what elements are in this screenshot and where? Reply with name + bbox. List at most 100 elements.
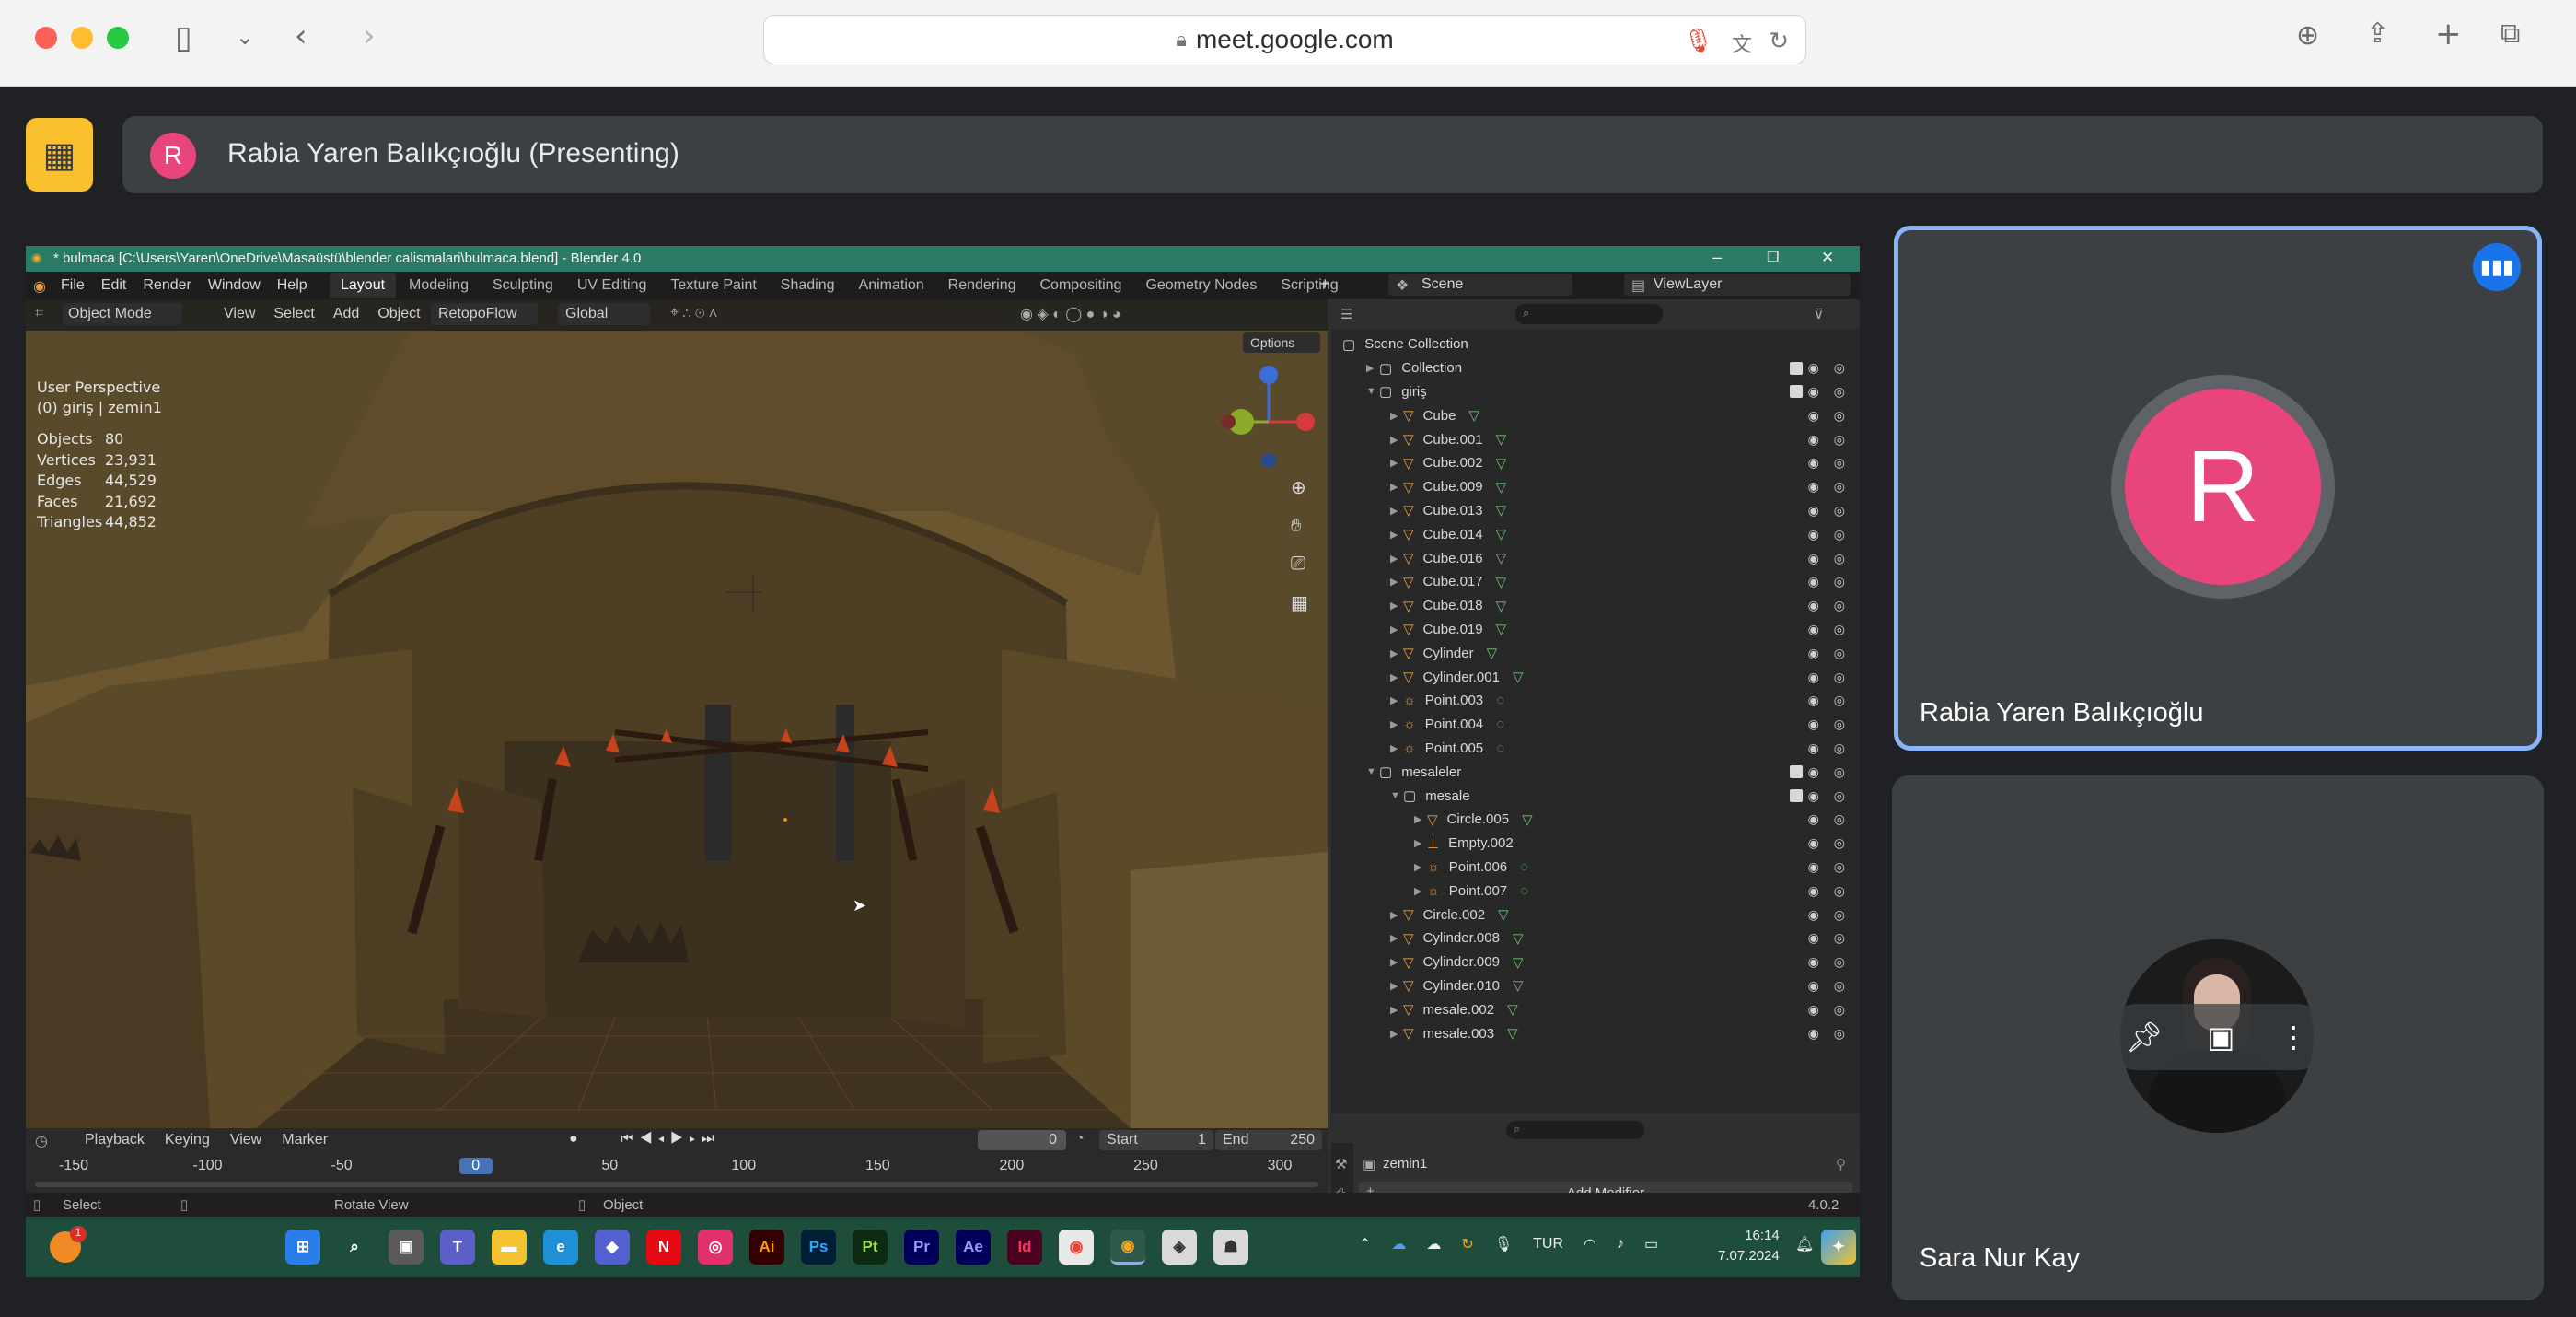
chevron-down-icon[interactable]: ⌄ (236, 26, 254, 48)
cloud-error-icon[interactable]: ☁ (1426, 1235, 1441, 1253)
editor-type-icon[interactable]: ⌗ (35, 306, 43, 322)
viewport-menu-select[interactable]: Select (273, 306, 314, 322)
language-indicator[interactable]: TUR (1533, 1236, 1563, 1253)
expand-closed-icon[interactable]: ▶ (1390, 742, 1403, 754)
outliner-row[interactable]: ▶ ☼ Point.004 ◌ ◉ ◎ (1331, 713, 1860, 737)
expand-closed-icon[interactable]: ▶ (1390, 529, 1403, 541)
outliner-row[interactable]: ▶ ▽ Circle.005 ▽ ◉ ◎ (1331, 808, 1860, 832)
visibility-toggles-icon[interactable]: ◉ ◎ (1808, 551, 1851, 566)
volume-icon[interactable]: ♪ (1617, 1236, 1624, 1253)
menu-render[interactable]: Render (143, 277, 191, 294)
transform-orientation[interactable]: Global (558, 303, 650, 325)
frame-photo-icon[interactable]: ▣ (2207, 1020, 2234, 1055)
expand-closed-icon[interactable]: ▶ (1414, 861, 1427, 873)
outliner-row[interactable]: ▶ ☼ Point.006 ◌ ◉ ◎ (1331, 856, 1860, 880)
end-frame-field[interactable]: End 250 (1215, 1130, 1322, 1150)
pin-icon[interactable]: ⚲ (1836, 1156, 1846, 1172)
expand-closed-icon[interactable]: ▶ (1366, 362, 1379, 374)
expand-closed-icon[interactable]: ▶ (1390, 647, 1403, 659)
visibility-toggles-icon[interactable]: ◉ ◎ (1808, 503, 1851, 519)
microphone-icon[interactable]: 🎙︎ (1683, 27, 1713, 55)
more-options-icon[interactable]: ⋮ (2279, 1020, 2308, 1055)
expand-open-icon[interactable]: ▼ (1366, 766, 1379, 777)
expand-closed-icon[interactable]: ▶ (1390, 909, 1403, 921)
outliner-search[interactable]: ⌕ (1515, 304, 1663, 324)
expand-closed-icon[interactable]: ▶ (1390, 600, 1403, 612)
expand-open-icon[interactable]: ▼ (1366, 386, 1379, 397)
visibility-toggles-icon[interactable]: ◉ ◎ (1808, 1026, 1851, 1042)
expand-closed-icon[interactable]: ▶ (1390, 932, 1403, 944)
visibility-toggles-icon[interactable]: ◉ ◎ (1808, 788, 1851, 804)
view-layer-selector[interactable]: ▤ ViewLayer (1624, 274, 1851, 296)
outliner-row[interactable]: ▶ ▽ Cube.001 ▽ ◉ ◎ (1331, 427, 1860, 451)
windows-start-icon[interactable]: ⊞ (285, 1230, 320, 1265)
visibility-toggles-icon[interactable]: ◉ ◎ (1808, 622, 1851, 637)
outliner-row[interactable]: ▶ ▽ mesale.002 ▽ ◉ ◎ (1331, 997, 1860, 1021)
retopoflow-dropdown[interactable]: RetopoFlow (431, 303, 538, 325)
expand-closed-icon[interactable]: ▶ (1414, 885, 1427, 897)
record-icon[interactable]: ● (569, 1131, 578, 1148)
camera-view-icon[interactable]: ⎚ (1291, 554, 1308, 575)
menu-edit[interactable]: Edit (101, 277, 127, 294)
clock[interactable]: 16:14 7.07.2024 (1718, 1226, 1780, 1266)
outliner-row[interactable]: ▶ ▽ Cube.002 ▽ ◉ ◎ (1331, 451, 1860, 475)
minimize-icon[interactable]: – (1712, 248, 1722, 267)
zoom-icon[interactable]: ⊕ (1291, 476, 1308, 499)
timeline-editor-icon[interactable]: ◷ (35, 1132, 48, 1150)
workspace-tab-animation[interactable]: Animation (848, 273, 935, 298)
close-window-button[interactable] (35, 27, 57, 49)
photoshop-icon[interactable]: Ps (801, 1230, 836, 1265)
viewport-menu-add[interactable]: Add (333, 306, 359, 322)
outliner-row[interactable]: ▶ ▽ Cylinder.008 ▽ ◉ ◎ (1331, 927, 1860, 950)
visibility-toggles-icon[interactable]: ◉ ◎ (1808, 646, 1851, 661)
expand-closed-icon[interactable]: ▶ (1414, 837, 1427, 849)
pin-icon[interactable]: 📌︎ (2126, 1020, 2164, 1055)
downloads-icon[interactable]: ⊕ (2296, 22, 2319, 50)
visibility-toggles-icon[interactable]: ◉ ◎ (1808, 978, 1851, 994)
substance-painter-icon[interactable]: Pt (853, 1230, 888, 1265)
visibility-toggles-icon[interactable]: ◉ ◎ (1808, 360, 1851, 376)
expand-open-icon[interactable]: ▼ (1390, 790, 1403, 801)
reload-icon[interactable]: ↻ (1769, 27, 1789, 55)
timeline-ruler[interactable]: -150 -100 -50 0 50 100 150 200 250 300 (26, 1156, 1328, 1178)
perspective-grid-icon[interactable]: ▦ (1291, 591, 1308, 614)
exclude-checkbox[interactable] (1790, 765, 1803, 779)
outliner-row[interactable]: ▶ ▽ Cube.014 ▽ ◉ ◎ (1331, 522, 1860, 546)
close-icon[interactable]: ✕ (1821, 249, 1834, 267)
participant-tile-speaking[interactable]: ▮▮▮ R Rabia Yaren Balıkçıoğlu (1894, 226, 2542, 751)
outliner-row[interactable]: ▶ ☼ Point.005 ◌ ◉ ◎ (1331, 737, 1860, 761)
stop-presenting-button[interactable]: ▦ (26, 118, 93, 192)
outliner-row[interactable]: ▶ ▽ Circle.002 ▽ ◉ ◎ (1331, 903, 1860, 927)
outliner-row[interactable]: ▶ ⊥ Empty.002 ◉ ◎ (1331, 832, 1860, 856)
workspace-tab-uv-editing[interactable]: UV Editing (566, 273, 658, 298)
outliner-row[interactable]: ▼ ▢ mesale ◉ ◎ (1331, 784, 1860, 808)
address-bar[interactable]: 🔒︎ meet.google.com 🎙︎ 文 ↻ (763, 15, 1806, 64)
outliner-row[interactable]: ▶ ▽ mesale.003 ▽ ◉ ◎ (1331, 1021, 1860, 1045)
outliner-row[interactable]: ▶ ▽ Cylinder.009 ▽ ◉ ◎ (1331, 950, 1860, 974)
visibility-toggles-icon[interactable]: ◉ ◎ (1808, 740, 1851, 756)
microphone-icon[interactable]: 🎙︎ (1494, 1235, 1513, 1253)
share-icon[interactable]: ⇪ (2366, 20, 2389, 48)
battery-icon[interactable]: ▭ (1644, 1235, 1658, 1253)
outliner-row[interactable]: ▶ ☼ Point.003 ◌ ◉ ◎ (1331, 689, 1860, 713)
expand-closed-icon[interactable]: ▶ (1390, 718, 1403, 730)
expand-closed-icon[interactable]: ▶ (1390, 956, 1403, 968)
visibility-toggles-icon[interactable]: ◉ ◎ (1808, 883, 1851, 899)
timeline-scrollbar[interactable] (35, 1182, 1318, 1187)
sync-icon[interactable]: ↻ (1461, 1235, 1473, 1253)
expand-closed-icon[interactable]: ▶ (1390, 481, 1403, 493)
visibility-toggles-icon[interactable]: ◉ ◎ (1808, 384, 1851, 400)
outliner-row[interactable]: ▼ ▢ mesaleler ◉ ◎ (1331, 760, 1860, 784)
outliner-row[interactable]: ▼ ▢ giriş ◉ ◎ (1331, 380, 1860, 404)
outliner-row[interactable]: ▶ ▽ Cube ▽ ◉ ◎ (1331, 403, 1860, 427)
after-effects-icon[interactable]: Ae (956, 1230, 991, 1265)
workspace-tab-layout[interactable]: Layout (330, 273, 397, 298)
vpn-icon[interactable]: ◆ (595, 1230, 630, 1265)
forward-button[interactable]: › (363, 20, 376, 52)
translate-icon[interactable]: 文 (1732, 29, 1752, 58)
visibility-toggles-icon[interactable]: ◉ ◎ (1808, 1002, 1851, 1018)
mode-dropdown[interactable]: Object Mode (63, 303, 182, 325)
visibility-toggles-icon[interactable]: ◉ ◎ (1808, 835, 1851, 851)
outliner-editor-icon[interactable]: ☰ (1340, 306, 1352, 322)
visibility-toggles-icon[interactable]: ◉ ◎ (1808, 693, 1851, 708)
